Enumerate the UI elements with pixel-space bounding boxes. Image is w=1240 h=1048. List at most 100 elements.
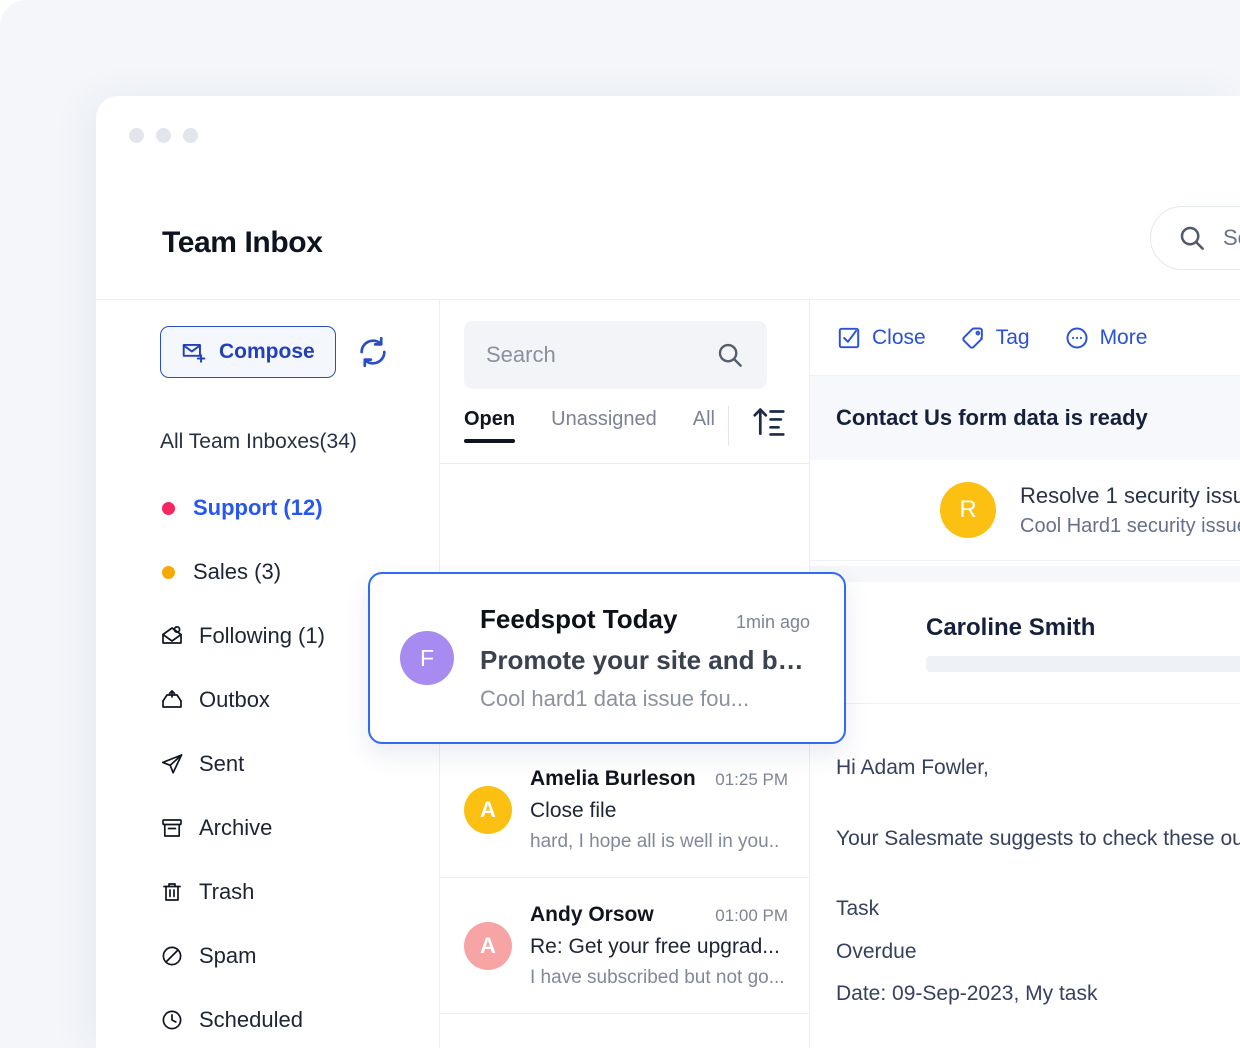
spam-icon [162,946,182,966]
close-button-label: Close [872,325,926,349]
send-icon [161,754,183,774]
sender-info: Caroline Smith [926,614,1240,672]
sidebar-item-support[interactable]: Support (12) [96,476,439,540]
tag-icon [962,326,983,349]
mail-plus-icon [182,343,206,363]
message-summary: Andy Orsow 01:00 PM Re: Get your free up… [530,903,788,989]
message-sender: Andy Orsow [530,902,654,926]
message-time: 01:00 PM [715,905,788,925]
sender-name: Caroline Smith [926,613,1096,641]
message-sender: Feedspot Today [480,604,678,634]
sidebar-item-label: Support (12) [193,495,323,520]
all-team-inboxes-label[interactable]: All Team Inboxes(34) [96,430,439,454]
avatar: F [400,631,454,685]
message-list[interactable]: Contact Us form data is r... Cool hard1 … [440,464,810,1048]
sidebar-item-label: Spam [199,943,257,968]
email-sender-row: Caroline Smith [810,582,1240,704]
more-button-label: More [1099,325,1148,349]
refresh-button[interactable] [356,335,390,369]
global-search-input[interactable]: Se [1150,206,1240,270]
sidebar-item-spam[interactable]: Spam [96,924,439,988]
sort-ascending-icon [753,408,785,436]
message-time: 01:25 PM [715,769,788,789]
message-summary: Amelia Burleson 01:25 PM Close file hard… [530,767,788,853]
message-subject: Re: Get your free upgrad... [530,934,780,958]
message-subject: Promote your site and be... [480,645,810,675]
email-body-line: Your Salesmate suggests to check these o… [836,826,1240,850]
notification-item[interactable]: R Resolve 1 security issue found on Cool… [810,460,1240,561]
reading-pane: Close Tag More Contact Us form data is r… [810,300,1240,1048]
app-window: Team Inbox Se Compose [96,96,1240,1048]
avatar: A [464,785,512,834]
clock-icon [162,1010,182,1030]
message-snippet: hard, I hope all is well in you.. [530,830,780,852]
highlighted-message-card[interactable]: F Feedspot Today 1min ago Promote your s… [368,572,846,744]
refresh-icon [360,336,386,368]
dot-icon [162,501,175,515]
message-time: 1min ago [735,612,810,632]
tag-button[interactable]: Tag [960,325,1030,351]
sidebar-item-label: Sales (3) [193,559,282,584]
close-button[interactable]: Close [836,325,926,351]
sidebar-item-label: Following (1) [199,623,325,648]
list-search-input[interactable]: Search [464,321,767,389]
sidebar-item-label: Archive [199,815,273,840]
table-row[interactable]: A Andy Orsow 01:00 PM Re: Get your free … [440,878,810,1014]
search-icon [718,343,742,367]
sidebar-nav-list: Support (12) Sales (3) Following (1) Out… [96,476,439,1048]
section-divider [810,566,1240,582]
more-dots-icon [1066,326,1088,349]
traffic-light-minimize-icon[interactable] [156,128,171,143]
list-search-placeholder: Search [486,342,556,367]
compose-button-label: Compose [219,340,315,363]
sidebar-item-label: Trash [199,879,255,904]
search-icon [1180,226,1204,250]
app-header: Team Inbox Se [96,180,1240,300]
sidebar-item-label: Scheduled [199,1007,303,1032]
sender-meta-placeholder [926,655,1240,672]
email-subject: Contact Us form data is ready [836,405,1148,430]
email-body-line: Date: 09-Sep-2023, My task [836,982,1098,1006]
notification-title: Resolve 1 security issue found on [1020,482,1240,508]
dot-icon [162,565,175,579]
notification-text: Resolve 1 security issue found on Cool H… [1020,483,1240,538]
window-titlebar [96,96,1240,180]
three-column-layout: Compose All Team Inboxes(34) Support (12… [96,300,1240,1048]
compose-row: Compose [96,326,439,378]
sidebar-item-label: Outbox [199,687,270,712]
global-search-placeholder: Se [1223,225,1240,250]
avatar: A [464,921,512,970]
message-sender: Amelia Burleson [530,766,696,790]
tag-button-label: Tag [995,325,1030,349]
reading-pane-toolbar: Close Tag More [810,300,1240,376]
email-body-line: Overdue [836,939,917,963]
sidebar-item-trash[interactable]: Trash [96,860,439,924]
email-body: Hi Adam Fowler, Your Salesmate suggests … [810,704,1240,1048]
tab-unassigned[interactable]: Unassigned [551,408,657,443]
trash-icon [163,883,181,901]
table-row[interactable]: Caroline Smith 12:50 PM [440,1014,810,1048]
email-body-line: Hi Adam Fowler, [836,756,989,779]
message-snippet: I have subscribed but not go... [530,966,785,988]
avatar: R [940,482,996,538]
archive-icon [162,819,182,837]
reading-pane-subject-bar: Contact Us form data is ready [810,376,1240,460]
outbox-icon [162,690,182,708]
following-mail-icon [162,626,182,644]
sidebar-item-label: Sent [199,751,245,776]
tabs-divider [728,406,729,446]
tab-open[interactable]: Open [464,408,516,443]
table-row[interactable]: A Amelia Burleson 01:25 PM Close file ha… [440,742,810,878]
message-summary: Feedspot Today 1min ago Promote your sit… [480,604,810,712]
traffic-light-close-icon[interactable] [129,128,144,143]
more-button[interactable]: More [1064,325,1148,351]
sort-button[interactable] [750,402,788,445]
sidebar-item-scheduled[interactable]: Scheduled [96,988,439,1048]
traffic-light-maximize-icon[interactable] [183,128,198,143]
tab-all[interactable]: All [693,408,715,443]
sidebar-item-archive[interactable]: Archive [96,796,439,860]
message-subject: Close file [530,798,617,822]
email-body-line: Task [836,897,880,921]
compose-button[interactable]: Compose [160,326,336,378]
page-title: Team Inbox [162,226,323,259]
